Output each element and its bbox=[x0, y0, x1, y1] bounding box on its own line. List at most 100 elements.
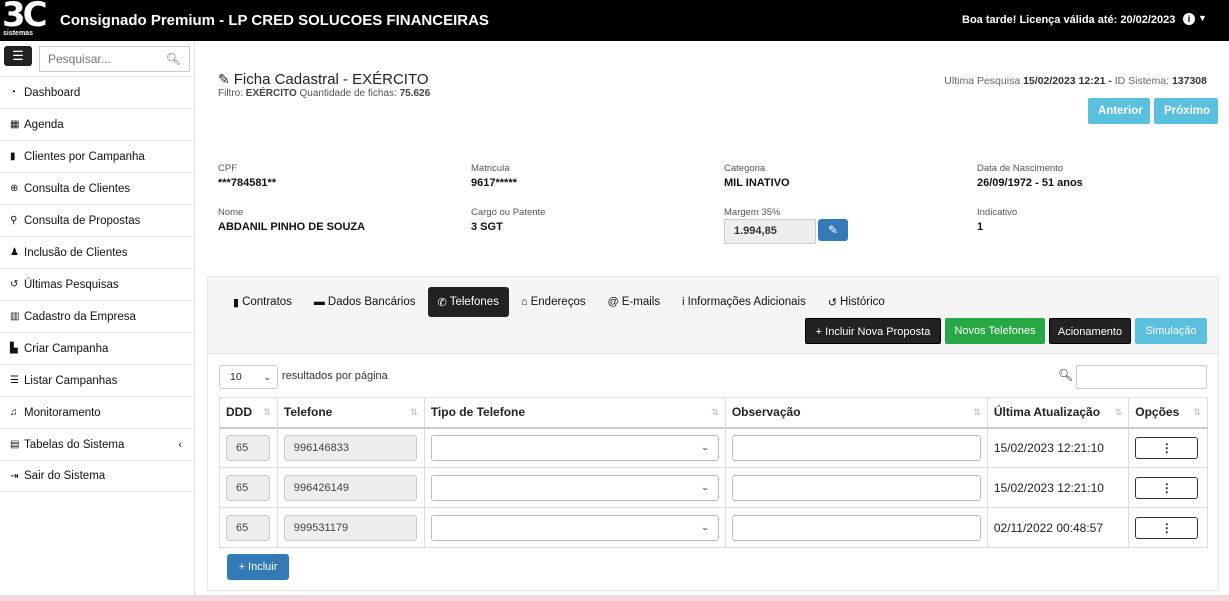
per-page-label: resultados por página bbox=[282, 370, 388, 382]
tab-emails[interactable]: @ E-mails bbox=[598, 287, 671, 317]
monitor-icon: ♫ bbox=[10, 407, 18, 418]
column-header-tipo[interactable]: Tipo de Telefone ⇅ bbox=[423, 397, 726, 429]
menu-toggle-button[interactable]: ☰ bbox=[4, 46, 32, 66]
bottom-strip bbox=[0, 595, 1229, 601]
search-plus-icon: ⊕ bbox=[10, 183, 19, 194]
chevron-down-icon: ⌄ bbox=[701, 481, 709, 492]
phone-type-select[interactable]: ⌄ bbox=[430, 474, 719, 501]
table-icon: ▤ bbox=[10, 439, 20, 450]
phones-table: DDD ⇅ Telefone ⇅ Tipo de Telefone ⇅ Observa… bbox=[219, 397, 1208, 548]
tab-telefones[interactable]: ✆ Telefones bbox=[427, 287, 509, 317]
chevron-down-icon[interactable]: ▼ bbox=[1198, 13, 1207, 23]
edit-icon: ✎ bbox=[218, 71, 230, 87]
column-header-telefone[interactable]: Telefone ⇅ bbox=[276, 397, 425, 429]
search-icon[interactable]: 🔍︎ bbox=[166, 52, 181, 66]
at-icon: @ bbox=[607, 296, 619, 308]
table-search-input[interactable] bbox=[1076, 365, 1207, 389]
home-icon: ⌂ bbox=[520, 296, 528, 308]
filter-info: Filtro: EXÉRCITO Quantidade de fichas: 7… bbox=[218, 88, 431, 99]
main-content: ✎ Ficha Cadastral - EXÉRCITO Filtro: EXÉR… bbox=[196, 41, 1229, 601]
chevron-down-icon: ⌄ bbox=[701, 521, 709, 532]
previous-button[interactable]: Anterior bbox=[1088, 98, 1150, 124]
observation-field[interactable] bbox=[731, 474, 981, 501]
sidebar-search-input[interactable] bbox=[40, 47, 160, 71]
new-phones-button[interactable]: Novos Telefones bbox=[945, 318, 1045, 344]
search-icon: ⚲ bbox=[10, 215, 18, 226]
column-header-observacao[interactable]: Observação ⇅ bbox=[724, 397, 988, 429]
sidebar-item-monitoramento[interactable]: ♫ Monitoramento bbox=[0, 396, 194, 428]
column-header-opcoes[interactable]: Opções ⇅ bbox=[1128, 397, 1208, 429]
sidebar-item-criar-campanha[interactable]: ▙ Criar Campanha bbox=[0, 332, 194, 364]
sidebar-item-tabelas-sistema[interactable]: ▤ Tabelas do Sistema ‹ bbox=[0, 428, 194, 460]
table-row: 65 996146833 ⌄ 15/02/2023 12:21:10 ⋮ bbox=[219, 427, 1208, 468]
history-icon: ↺ bbox=[827, 296, 838, 309]
ddd-field[interactable]: 65 bbox=[226, 514, 270, 541]
user-plus-icon: ♟ bbox=[10, 247, 19, 258]
sidebar-item-ultimas-pesquisas[interactable]: ↺ Últimas Pesquisas bbox=[0, 268, 194, 300]
sidebar-item-clientes-por-campanha[interactable]: ▮ Clientes por Campanha bbox=[0, 140, 194, 172]
sidebar-item-listar-campanhas[interactable]: ☰ Listar Campanhas bbox=[0, 364, 194, 396]
field-categoria: Categoria MIL INATIVO bbox=[724, 163, 790, 189]
per-page-select[interactable]: 10 ⌄ bbox=[219, 365, 278, 389]
last-search-info: Ultima Pesquisa 15/02/2023 12:21 - ID Si… bbox=[944, 75, 1207, 87]
phone-type-select[interactable]: ⌄ bbox=[430, 434, 719, 461]
options-button[interactable]: ⋮ bbox=[1135, 476, 1199, 499]
sidebar-item-inclusao-clientes[interactable]: ♟ Inclusão de Clientes bbox=[0, 236, 194, 268]
column-header-atualizacao[interactable]: Última Atualização ⇅ bbox=[986, 397, 1130, 429]
field-nome: Nome ABDANIL PINHO DE SOUZA bbox=[218, 207, 366, 233]
ddd-field[interactable]: 65 bbox=[226, 434, 270, 461]
tab-dados-bancarios[interactable]: ▬ Dados Bancários bbox=[304, 287, 426, 317]
info-icon[interactable]: i bbox=[1183, 13, 1195, 25]
column-header-ddd[interactable]: DDD ⇅ bbox=[219, 397, 278, 429]
options-button[interactable]: ⋮ bbox=[1135, 516, 1199, 539]
clipboard-icon: ▮ bbox=[10, 151, 16, 162]
sidebar-search: 🔍︎ bbox=[39, 46, 190, 72]
card-icon: ▬ bbox=[313, 296, 325, 308]
sidebar-item-sair[interactable]: ⇥ Sair do Sistema bbox=[0, 460, 194, 492]
options-button[interactable]: ⋮ bbox=[1135, 436, 1199, 459]
sort-icon: ⇅ bbox=[410, 407, 418, 417]
chevron-down-icon: ⌄ bbox=[263, 372, 271, 382]
phone-field[interactable]: 996426149 bbox=[283, 474, 417, 501]
simulation-button[interactable]: Simulação bbox=[1135, 318, 1207, 344]
sort-icon: ⇅ bbox=[1193, 407, 1201, 417]
field-margem: Margem 35% bbox=[724, 207, 781, 218]
table-row: 65 996426149 ⌄ 15/02/2023 12:21:10 ⋮ bbox=[219, 467, 1208, 508]
margem-value: 1.994,85 bbox=[724, 219, 816, 244]
sort-icon: ⇅ bbox=[973, 407, 981, 417]
field-cargo: Cargo ou Patente 3 SGT bbox=[471, 207, 546, 233]
chevron-left-icon: ‹ bbox=[178, 438, 182, 451]
search-icon: 🔍︎ bbox=[1058, 368, 1074, 382]
sidebar-item-dashboard[interactable]: ◔ Dashboard bbox=[0, 76, 194, 108]
tab-enderecos[interactable]: ⌂ Endereços bbox=[511, 287, 596, 317]
logo-subtitle: sistemas bbox=[3, 30, 33, 37]
add-proposal-button[interactable]: + Incluir Nova Proposta bbox=[805, 318, 941, 344]
edit-icon: ✎ bbox=[827, 223, 839, 237]
add-phone-button[interactable]: + Incluir bbox=[227, 554, 289, 580]
sort-icon: ⇅ bbox=[263, 407, 271, 417]
next-button[interactable]: Próximo bbox=[1154, 98, 1218, 124]
sidebar-item-cadastro-empresa[interactable]: ▥ Cadastro da Empresa bbox=[0, 300, 194, 332]
observation-field[interactable] bbox=[731, 514, 981, 541]
ddd-field[interactable]: 65 bbox=[226, 474, 270, 501]
sort-icon: ⇅ bbox=[711, 407, 719, 417]
sidebar-item-consulta-clientes[interactable]: ⊕ Consulta de Clientes bbox=[0, 172, 194, 204]
tab-contratos[interactable]: ▮ Contratos bbox=[223, 287, 302, 317]
field-cpf: CPF ***784581** bbox=[218, 163, 277, 189]
updated-cell: 15/02/2023 12:21:10 bbox=[986, 467, 1130, 508]
phone-type-select[interactable]: ⌄ bbox=[430, 514, 719, 541]
tab-historico[interactable]: ↺ Histórico bbox=[818, 287, 895, 317]
observation-field[interactable] bbox=[731, 434, 981, 461]
table-row: 65 999531179 ⌄ 02/11/2022 00:48:57 ⋮ bbox=[219, 507, 1208, 548]
phone-field[interactable]: 999531179 bbox=[283, 514, 417, 541]
chart-icon: ▙ bbox=[10, 343, 18, 354]
acionamento-button[interactable]: Acionamento bbox=[1049, 318, 1131, 344]
edit-margem-button[interactable]: ✎ bbox=[818, 219, 848, 241]
updated-cell: 15/02/2023 12:21:10 bbox=[986, 427, 1130, 468]
sign-out-icon: ⇥ bbox=[10, 470, 19, 482]
phone-field[interactable]: 996146833 bbox=[283, 434, 417, 461]
sidebar-item-consulta-propostas[interactable]: ⚲ Consulta de Propostas bbox=[0, 204, 194, 236]
tab-informacoes-adicionais[interactable]: i Informações Adicionais bbox=[672, 287, 816, 317]
sidebar-item-agenda[interactable]: ▦ Agenda bbox=[0, 108, 194, 140]
sort-icon: ⇅ bbox=[1114, 407, 1123, 417]
